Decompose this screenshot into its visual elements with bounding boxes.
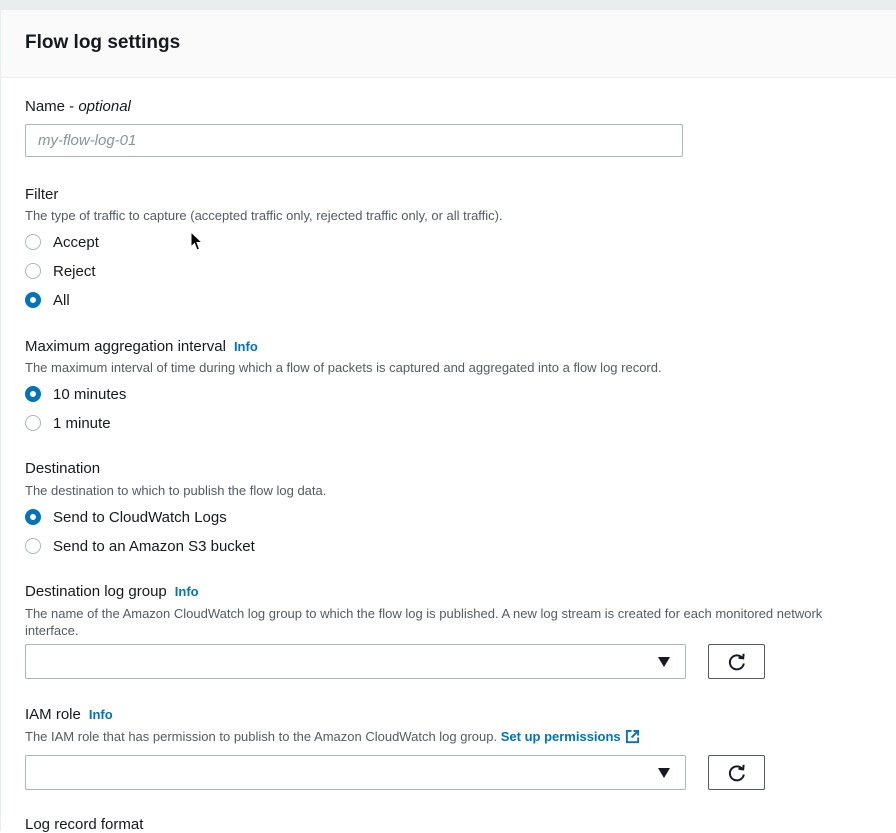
set-up-permissions-link[interactable]: Set up permissions [501, 729, 621, 744]
filter-label: Filter [25, 186, 59, 203]
radio-all[interactable] [25, 292, 41, 308]
iam-role-label: IAM role Info [25, 706, 113, 723]
destination-description: The destination to which to publish the … [25, 483, 327, 498]
log-group-select[interactable] [25, 644, 686, 679]
radio-label-cloudwatch: Send to CloudWatch Logs [53, 508, 227, 526]
refresh-icon [728, 764, 745, 781]
flow-log-settings-panel: Flow log settings Name - optional my-flo… [0, 10, 896, 833]
radio-label-accept: Accept [53, 233, 99, 251]
external-link-icon[interactable] [625, 729, 640, 744]
caret-down-icon [658, 657, 670, 667]
aggregation-label-text: Maximum aggregation interval [25, 338, 226, 355]
radio-label-10-minutes: 10 minutes [53, 385, 127, 403]
refresh-icon [728, 653, 745, 670]
filter-description: The type of traffic to capture (accepted… [25, 208, 503, 223]
radio-s3[interactable] [25, 538, 41, 554]
aggregation-label: Maximum aggregation interval Info [25, 338, 258, 355]
name-label-optional: optional [78, 98, 131, 115]
log-format-label: Log record format [25, 816, 144, 833]
name-label: Name - optional [25, 98, 131, 115]
aggregation-info-link[interactable]: Info [234, 339, 258, 354]
panel-header: Flow log settings [1, 10, 896, 78]
radio-label-s3: Send to an Amazon S3 bucket [53, 537, 255, 555]
aggregation-option-10min[interactable]: 10 minutes [25, 384, 126, 404]
log-group-refresh-button[interactable] [708, 644, 765, 679]
radio-cloudwatch[interactable] [25, 509, 41, 525]
radio-1-minute[interactable] [25, 415, 41, 431]
filter-option-accept[interactable]: Accept [25, 232, 99, 252]
top-strip [0, 0, 896, 10]
filter-option-all[interactable]: All [25, 290, 70, 310]
radio-10-minutes[interactable] [25, 386, 41, 402]
aggregation-option-1min[interactable]: 1 minute [25, 413, 111, 433]
iam-role-description: The IAM role that has permission to publ… [25, 729, 640, 744]
log-group-label: Destination log group Info [25, 583, 199, 600]
radio-label-all: All [53, 291, 70, 309]
iam-role-description-text: The IAM role that has permission to publ… [25, 729, 498, 744]
name-label-text: Name - [25, 98, 79, 115]
iam-role-label-text: IAM role [25, 706, 81, 723]
log-group-info-link[interactable]: Info [175, 584, 199, 599]
radio-label-1-minute: 1 minute [53, 414, 111, 432]
log-group-label-text: Destination log group [25, 583, 167, 600]
log-group-description: The name of the Amazon CloudWatch log gr… [25, 606, 823, 638]
panel-title: Flow log settings [25, 32, 181, 53]
iam-role-refresh-button[interactable] [708, 755, 765, 790]
name-input[interactable]: my-flow-log-01 [25, 124, 683, 157]
destination-option-s3[interactable]: Send to an Amazon S3 bucket [25, 536, 255, 556]
iam-role-select[interactable] [25, 755, 686, 790]
radio-reject[interactable] [25, 263, 41, 279]
aggregation-description: The maximum interval of time during whic… [25, 360, 662, 375]
destination-option-cloudwatch[interactable]: Send to CloudWatch Logs [25, 507, 227, 527]
caret-down-icon [658, 768, 670, 778]
radio-label-reject: Reject [53, 262, 96, 280]
iam-role-info-link[interactable]: Info [89, 707, 113, 722]
mouse-cursor-icon [190, 231, 204, 251]
destination-label: Destination [25, 460, 101, 477]
radio-accept[interactable] [25, 234, 41, 250]
filter-option-reject[interactable]: Reject [25, 261, 96, 281]
